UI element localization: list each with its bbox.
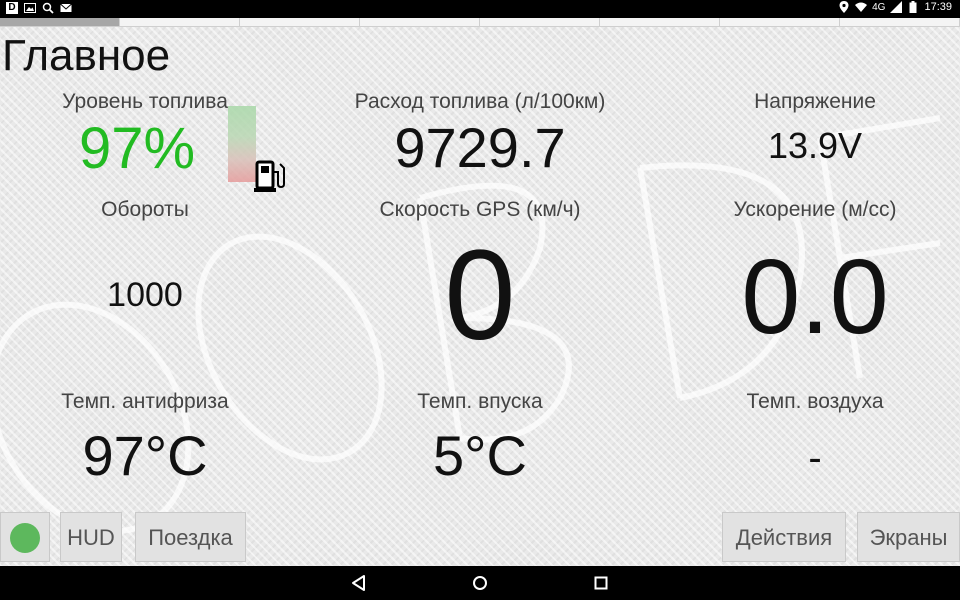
home-icon[interactable] [471, 574, 489, 592]
connection-status-indicator [10, 523, 40, 553]
fuel-level-widget[interactable]: Уровень топлива 97% [40, 90, 250, 178]
air-temp-label: Темп. воздуха [746, 390, 884, 413]
mail-icon [60, 2, 72, 14]
rpm-value: 1000 [107, 276, 183, 314]
page-indicator-segment[interactable] [240, 18, 360, 27]
signal-icon [890, 1, 903, 13]
fuel-consumption-label: Расход топлива (л/100км) [354, 90, 606, 113]
coolant-temp-label: Темп. антифриза [61, 390, 229, 413]
coolant-temp-widget[interactable]: Темп. антифриза 97°C [30, 390, 260, 484]
intake-temp-value: 5°C [433, 424, 527, 487]
trip-button[interactable]: Поездка [135, 512, 246, 562]
fuel-level-bar [228, 106, 256, 182]
rpm-widget[interactable]: Обороты 1000 [40, 198, 250, 312]
page-indicator-segment[interactable] [600, 18, 720, 27]
intake-temp-label: Темп. впуска [417, 390, 543, 413]
clock: 17:39 [924, 1, 952, 13]
acceleration-widget[interactable]: Ускорение (м/сс) 0.0 [690, 198, 940, 350]
voltage-value: 13.9V [767, 125, 863, 166]
fuel-consumption-widget[interactable]: Расход топлива (л/100км) 9729.7 [320, 90, 640, 176]
acceleration-label: Ускорение (м/сс) [733, 198, 897, 221]
actions-button[interactable]: Действия [722, 512, 846, 562]
status-bar: D 4G 17:39 [0, 0, 960, 18]
page-indicator-segment[interactable] [0, 18, 120, 27]
page-indicator-segment[interactable] [720, 18, 840, 27]
back-icon[interactable] [350, 574, 368, 592]
page-indicator-segment[interactable] [360, 18, 480, 27]
gps-speed-value: 0 [444, 224, 516, 367]
hud-button[interactable]: HUD [60, 512, 122, 562]
status-bar-right: 4G 17:39 [838, 1, 952, 13]
fuel-pump-icon [254, 160, 285, 192]
page-indicator-segment[interactable] [840, 18, 960, 27]
fuel-consumption-value: 9729.7 [394, 116, 566, 179]
connection-status-button[interactable] [0, 512, 50, 562]
battery-icon [907, 1, 919, 13]
acceleration-value: 0.0 [741, 238, 889, 356]
fuel-level-value: 97% [78, 116, 196, 181]
network-type: 4G [872, 1, 886, 13]
fuel-level-label: Уровень топлива [62, 90, 228, 113]
air-temp-value: - [808, 436, 822, 480]
wifi-icon [855, 1, 868, 13]
page-indicator [0, 18, 960, 28]
voltage-widget[interactable]: Напряжение 13.9V [690, 90, 940, 164]
screens-button[interactable]: Экраны [857, 512, 960, 562]
image-icon [24, 2, 36, 14]
air-temp-widget[interactable]: Темп. воздуха - [690, 390, 940, 478]
coolant-temp-value: 97°C [82, 424, 208, 487]
d-app-icon: D [6, 2, 18, 14]
page-title: Главное [2, 31, 171, 80]
gps-speed-label: Скорость GPS (км/ч) [379, 198, 581, 221]
status-bar-left: D [6, 2, 72, 14]
rpm-label: Обороты [101, 198, 189, 221]
location-icon [838, 1, 850, 13]
search-icon [42, 2, 54, 14]
gps-speed-widget[interactable]: Скорость GPS (км/ч) 0 [330, 198, 630, 360]
intake-temp-widget[interactable]: Темп. впуска 5°C [350, 390, 610, 484]
recents-icon[interactable] [592, 574, 610, 592]
page-indicator-segment[interactable] [120, 18, 240, 27]
dashboard-screen: Главное Уровень топлива 97% Расход топли… [0, 18, 960, 566]
navigation-bar [0, 566, 960, 600]
page-indicator-segment[interactable] [480, 18, 600, 27]
voltage-label: Напряжение [754, 90, 876, 113]
